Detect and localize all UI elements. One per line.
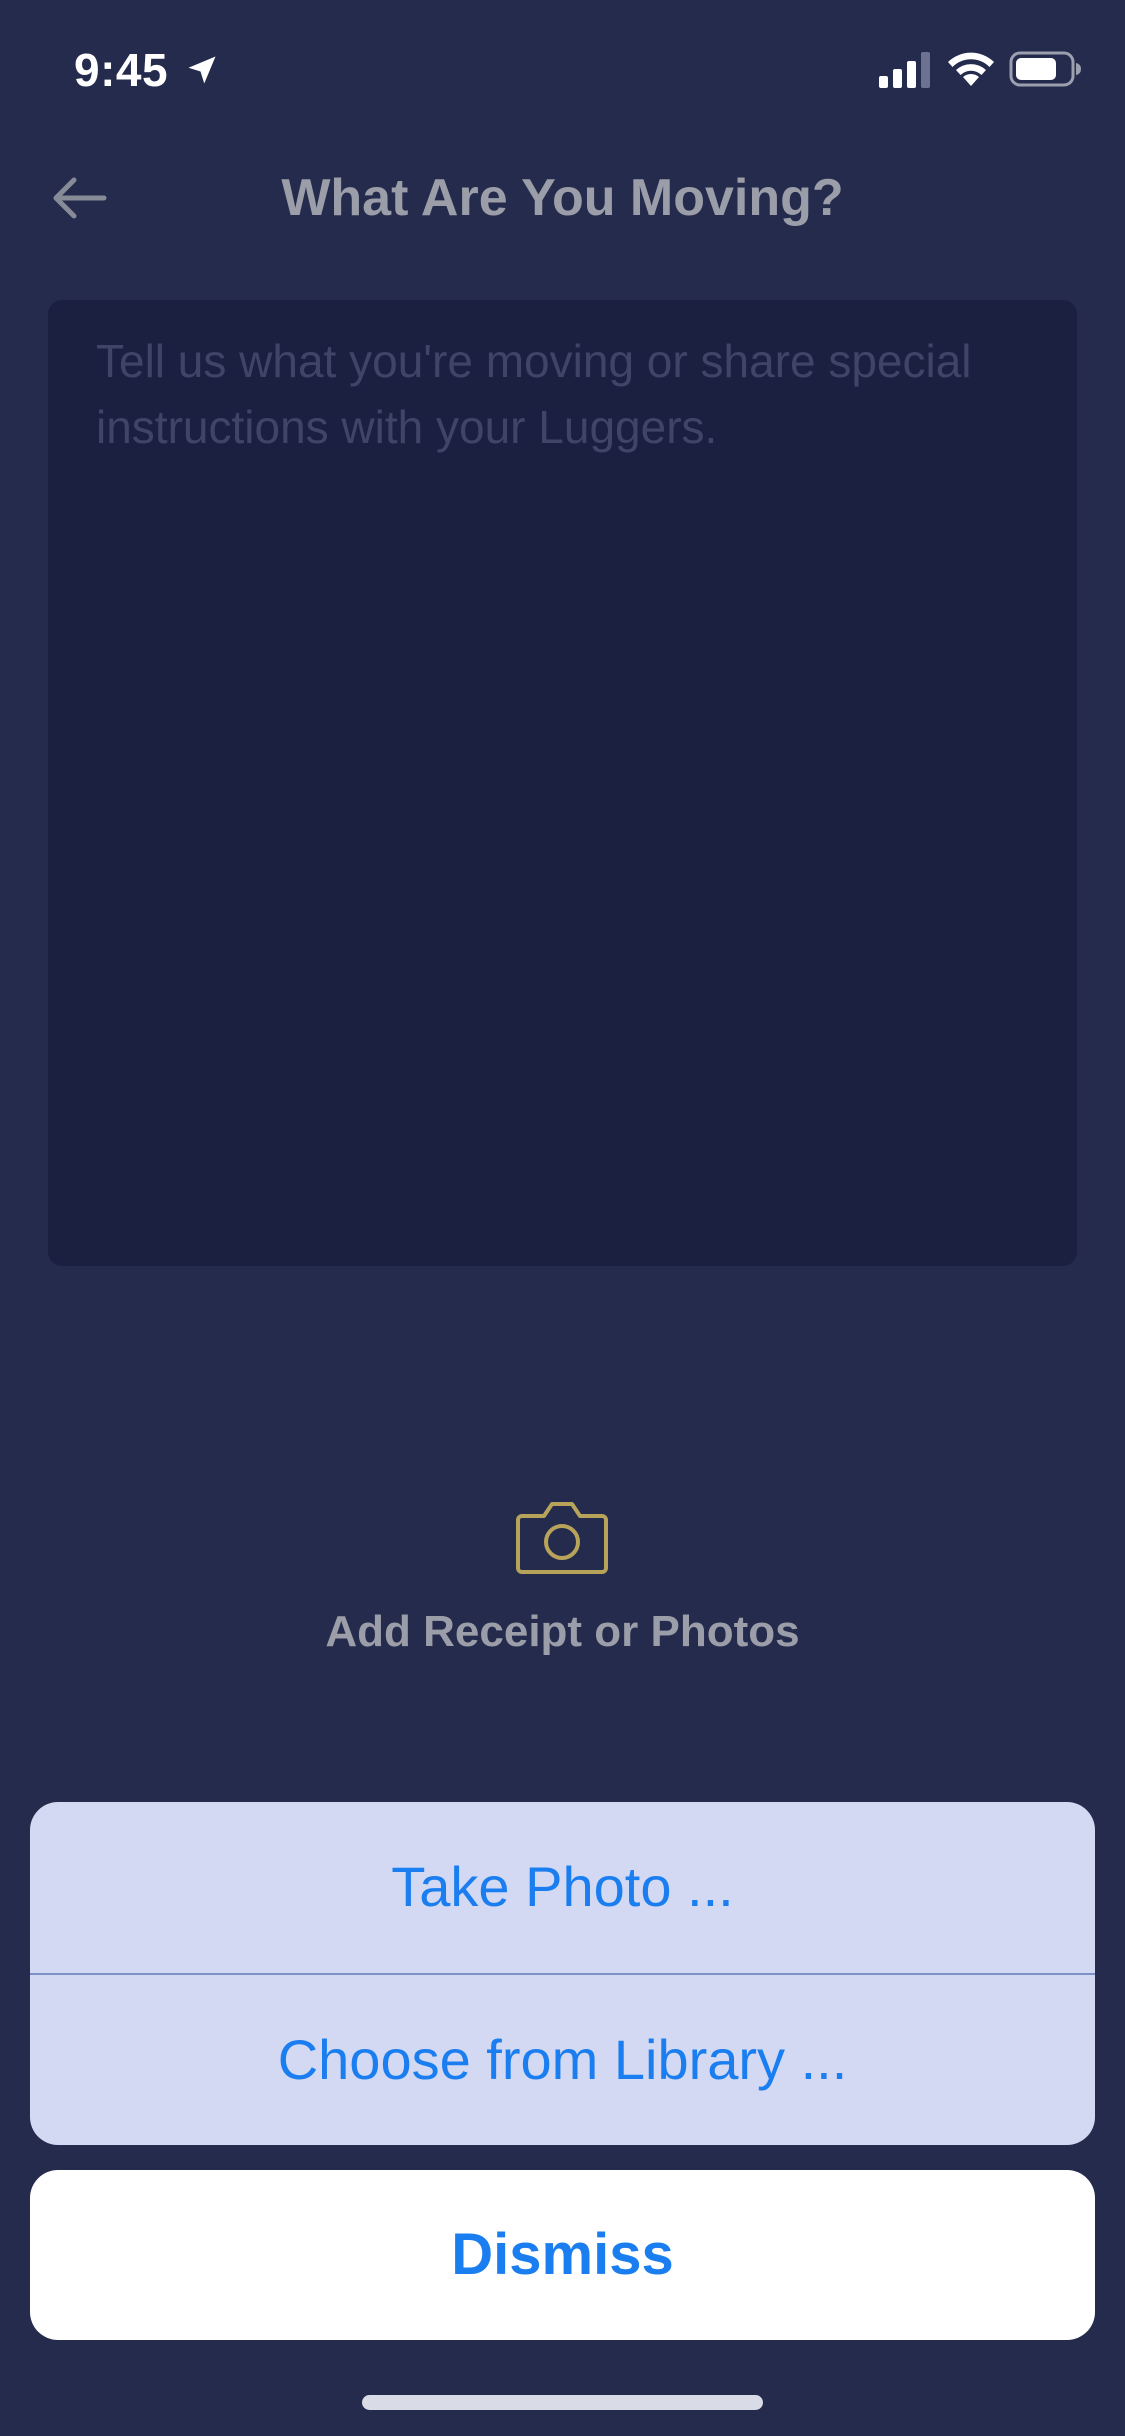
screen: 9:45 What Are You Moving? Tell us what y… [0, 0, 1125, 2436]
back-button[interactable] [38, 162, 118, 234]
battery-icon [1009, 51, 1081, 87]
page-title: What Are You Moving? [281, 169, 844, 227]
location-arrow-icon [188, 56, 216, 84]
move-notes-textarea[interactable] [48, 300, 1077, 1266]
take-photo-option[interactable]: Take Photo ... [30, 1802, 1095, 1972]
add-photos-label: Add Receipt or Photos [325, 1607, 800, 1656]
wifi-icon [948, 52, 994, 86]
choose-from-library-option[interactable]: Choose from Library ... [30, 1975, 1095, 2145]
add-receipt-or-photos-button[interactable]: Add Receipt or Photos [270, 1482, 855, 1672]
home-indicator[interactable] [362, 2395, 763, 2410]
arrow-left-icon [53, 177, 107, 219]
cellular-signal-icon [879, 52, 930, 88]
status-bar: 9:45 [0, 0, 1125, 132]
photo-source-action-sheet: Take Photo ... Choose from Library ... [30, 1802, 1095, 2145]
dismiss-button[interactable]: Dismiss [30, 2170, 1095, 2340]
status-time: 9:45 [74, 44, 169, 96]
camera-icon [516, 1502, 608, 1574]
